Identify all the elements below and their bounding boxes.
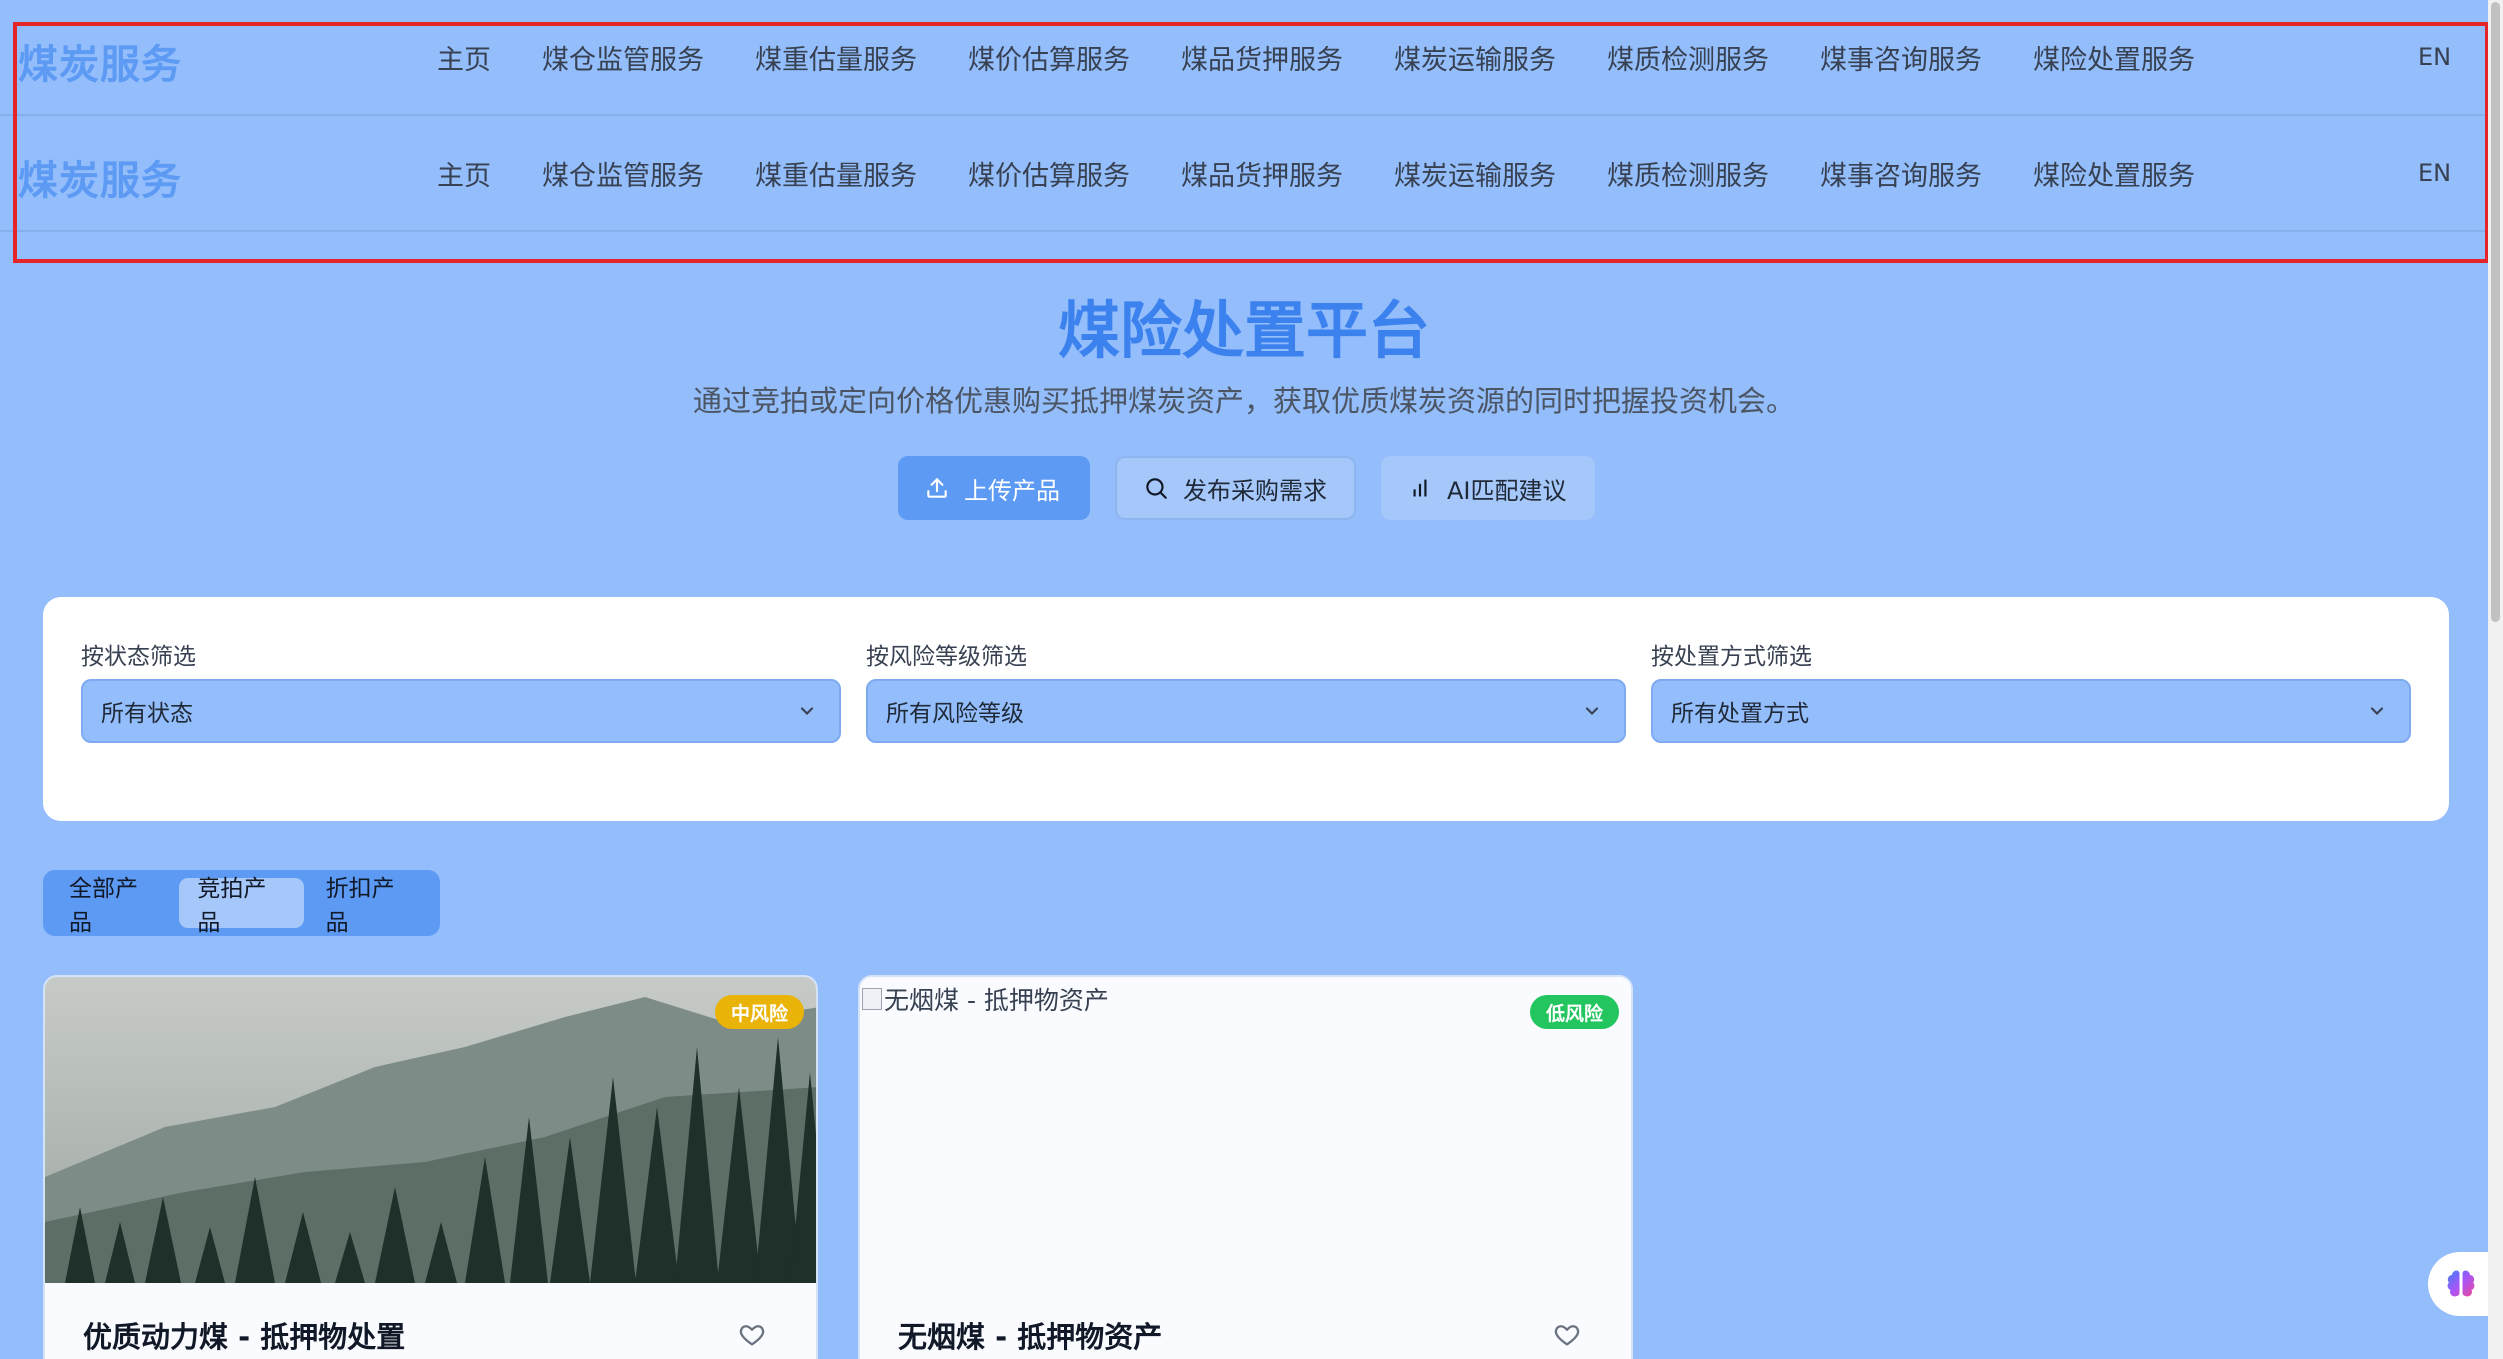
chevron-down-icon [1585,707,1599,715]
method-filter-label: 按处置方式筛选 [1651,644,1812,670]
upload-product-button[interactable]: 上传产品 [898,456,1090,520]
hero-actions: 上传产品 发布采购需求 AI匹配建议 [898,456,1595,520]
nav-item-consulting[interactable]: 煤事咨询服务 [1820,38,1982,77]
tab-discount-products[interactable]: 折扣产品 [308,876,432,936]
method-filter: 按处置方式筛选 所有处置方式 [1651,637,2411,743]
product-card[interactable]: 无烟煤 - 抵押物资产 低风险 无烟煤 - 抵押物资产 [858,975,1633,1359]
nav-menu: 主页 煤仓监管服务 煤重估量服务 煤价估算服务 煤品货押服务 煤炭运输服务 煤质… [437,154,2195,193]
heart-icon[interactable] [738,1321,766,1349]
nav-item-pledge[interactable]: 煤品货押服务 [1181,38,1343,77]
product-image [45,977,816,1283]
product-card[interactable]: 中风险 优质动力煤 - 抵押物处置 [43,975,818,1359]
nav-item-quality-testing[interactable]: 煤质检测服务 [1607,38,1769,77]
publish-demand-label: 发布采购需求 [1183,476,1327,505]
chevron-down-icon [800,707,814,715]
ai-match-button[interactable]: AI匹配建议 [1381,456,1595,520]
tab-auction-products[interactable]: 竞拍产品 [179,876,304,936]
nav-item-consulting[interactable]: 煤事咨询服务 [1820,154,1982,193]
bar-chart-icon [1413,479,1427,497]
image-alt-text: 无烟煤 - 抵押物资产 [862,981,1109,1017]
product-title[interactable]: 无烟煤 - 抵押物资产 [898,1314,1162,1356]
language-toggle[interactable]: EN [2418,159,2451,187]
ai-assistant-button[interactable] [2428,1252,2494,1316]
nav-menu: 主页 煤仓监管服务 煤重估量服务 煤价估算服务 煤品货押服务 煤炭运输服务 煤质… [437,38,2195,77]
nav-item-weight-estimation[interactable]: 煤重估量服务 [755,38,917,77]
chevron-down-icon [2370,707,2384,715]
risk-select-value: 所有风险等级 [886,701,1024,727]
nav-item-price-estimation[interactable]: 煤价估算服务 [968,154,1130,193]
ai-match-label: AI匹配建议 [1447,476,1567,505]
nav-item-warehouse-supervision[interactable]: 煤仓监管服务 [542,154,704,193]
upload-product-label: 上传产品 [964,476,1060,505]
nav-item-quality-testing[interactable]: 煤质检测服务 [1607,154,1769,193]
nav-item-home[interactable]: 主页 [437,38,491,77]
logo[interactable]: 煤炭服务 [18,32,182,90]
top-nav-duplicate: 煤炭服务 主页 煤仓监管服务 煤重估量服务 煤价估算服务 煤品货押服务 煤炭运输… [0,116,2488,232]
product-image-broken: 无烟煤 - 抵押物资产 [860,977,1631,1283]
scrollbar-thumb[interactable] [2491,2,2500,622]
risk-filter-label: 按风险等级筛选 [866,644,1027,670]
page-subtitle: 通过竞拍或定向价格优惠购买抵押煤炭资产，获取优质煤炭资源的同时把握投资机会。 [692,384,1795,418]
image-alt-label: 无烟煤 - 抵押物资产 [884,986,1109,1015]
method-select[interactable]: 所有处置方式 [1651,679,2411,743]
nav-item-weight-estimation[interactable]: 煤重估量服务 [755,154,917,193]
nav-item-price-estimation[interactable]: 煤价估算服务 [968,38,1130,77]
broken-image-icon [862,988,882,1010]
tab-all-products[interactable]: 全部产品 [51,876,175,936]
filter-panel: 按状态筛选 所有状态 按风险等级筛选 所有风险等级 按处置方式筛选 所有处置方式 [43,597,2449,821]
nav-item-transport[interactable]: 煤炭运输服务 [1394,154,1556,193]
nav-item-home[interactable]: 主页 [437,154,491,193]
nav-item-warehouse-supervision[interactable]: 煤仓监管服务 [542,38,704,77]
nav-item-risk-disposal[interactable]: 煤险处置服务 [2033,38,2195,77]
logo[interactable]: 煤炭服务 [18,148,182,206]
language-toggle[interactable]: EN [2418,43,2451,71]
status-select-value: 所有状态 [101,701,193,727]
nav-item-transport[interactable]: 煤炭运输服务 [1394,38,1556,77]
risk-select[interactable]: 所有风险等级 [866,679,1626,743]
method-select-value: 所有处置方式 [1671,701,1809,727]
nav-item-pledge[interactable]: 煤品货押服务 [1181,154,1343,193]
search-icon [1146,478,1167,499]
product-tabs: 全部产品 竞拍产品 折扣产品 [43,870,440,936]
upload-icon [927,478,947,498]
status-filter-label: 按状态筛选 [81,644,196,670]
product-title[interactable]: 优质动力煤 - 抵押物处置 [83,1314,405,1356]
status-filter: 按状态筛选 所有状态 [81,637,841,743]
brain-icon [2447,1270,2475,1297]
heart-icon[interactable] [1553,1321,1581,1349]
top-nav: 煤炭服务 主页 煤仓监管服务 煤重估量服务 煤价估算服务 煤品货押服务 煤炭运输… [0,0,2488,116]
status-select[interactable]: 所有状态 [81,679,841,743]
page-title: 煤险处置平台 [1057,294,1430,367]
risk-badge: 中风险 [714,995,804,1029]
nav-item-risk-disposal[interactable]: 煤险处置服务 [2033,154,2195,193]
risk-filter: 按风险等级筛选 所有风险等级 [866,637,1626,743]
publish-demand-button[interactable]: 发布采购需求 [1115,456,1356,520]
risk-badge: 低风险 [1529,995,1619,1029]
